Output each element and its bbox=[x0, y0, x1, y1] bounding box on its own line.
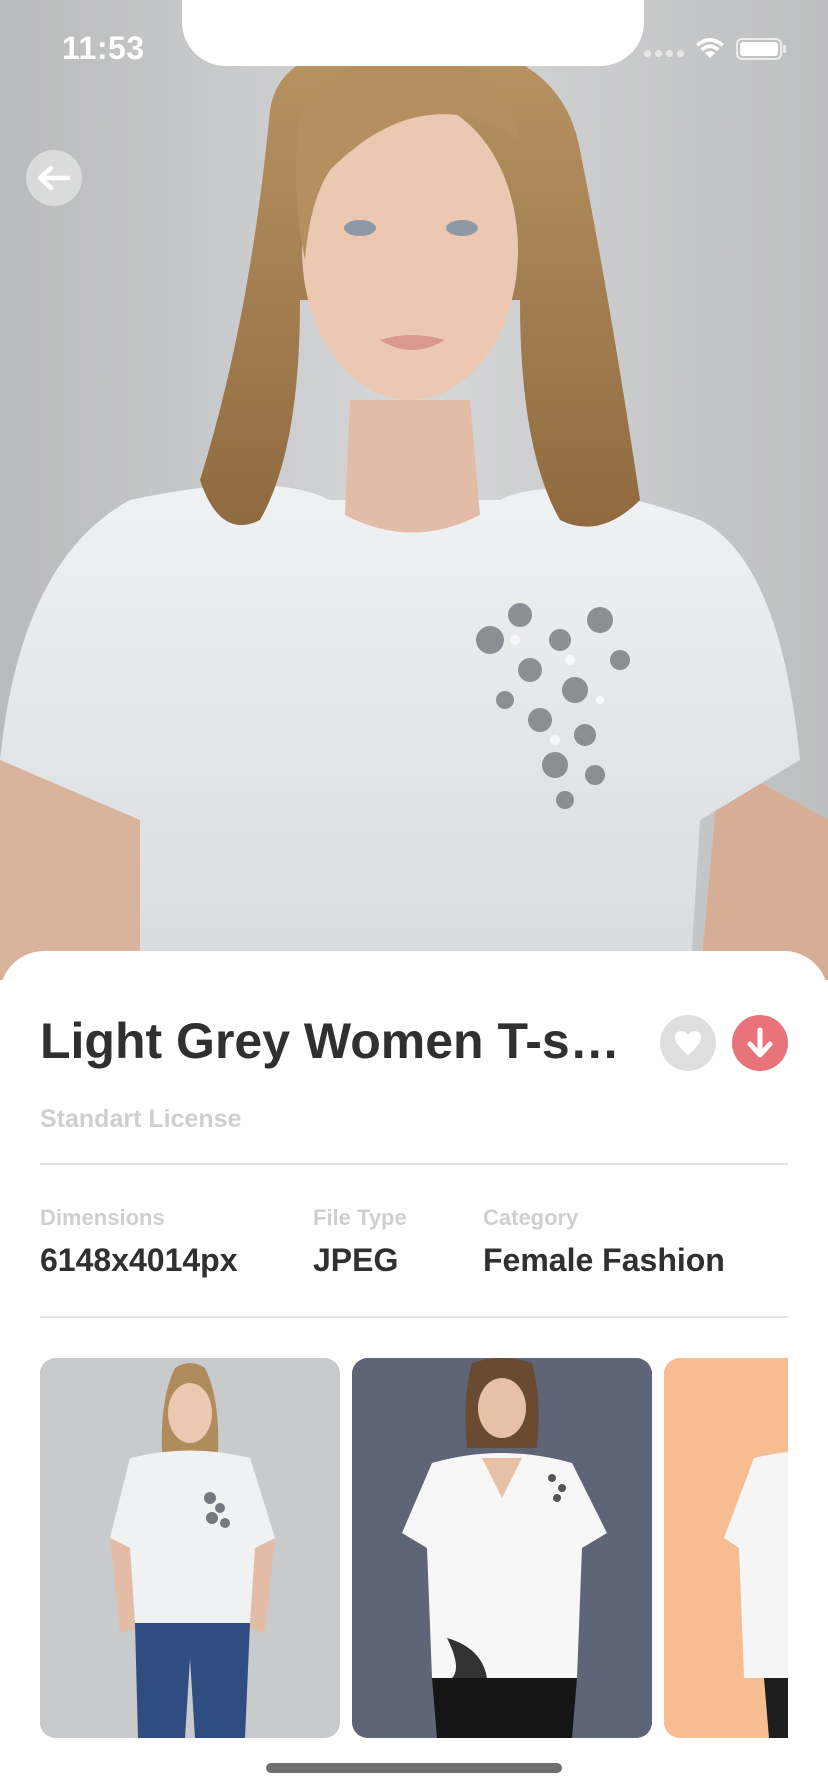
signal-icon bbox=[644, 50, 684, 57]
download-button[interactable] bbox=[732, 1015, 788, 1071]
thumbnail-image bbox=[664, 1358, 788, 1738]
arrow-left-icon bbox=[37, 166, 71, 190]
file-type-value: JPEG bbox=[313, 1242, 399, 1278]
hero-product-image bbox=[0, 0, 828, 980]
divider bbox=[40, 1163, 788, 1165]
product-title: Light Grey Women T-shirt bbox=[40, 1013, 630, 1069]
file-type-label: File Type bbox=[313, 1205, 407, 1230]
arrow-down-icon bbox=[747, 1027, 773, 1058]
thumbnail-image bbox=[352, 1358, 652, 1738]
license-label: Standart License bbox=[40, 1105, 242, 1133]
battery-icon bbox=[736, 38, 786, 60]
related-thumbnail[interactable] bbox=[40, 1358, 340, 1738]
hero-illustration bbox=[0, 0, 828, 980]
product-detail-screen: 11:53 Light Grey Women T-shirt Standart … bbox=[0, 0, 828, 1792]
category-label: Category bbox=[483, 1205, 579, 1230]
notch bbox=[182, 0, 644, 66]
related-images-strip[interactable] bbox=[40, 1358, 788, 1738]
heart-icon bbox=[675, 1031, 701, 1055]
thumbnail-image bbox=[40, 1358, 340, 1738]
wifi-icon bbox=[696, 38, 724, 58]
divider bbox=[40, 1316, 788, 1318]
status-icons bbox=[644, 36, 794, 62]
home-indicator[interactable] bbox=[266, 1763, 562, 1773]
dimensions-value: 6148x4014px bbox=[40, 1242, 238, 1278]
favorite-button[interactable] bbox=[660, 1015, 716, 1071]
related-thumbnail[interactable] bbox=[352, 1358, 652, 1738]
dimensions-label: Dimensions bbox=[40, 1205, 165, 1230]
category-value: Female Fashion bbox=[483, 1242, 725, 1278]
back-button[interactable] bbox=[26, 150, 82, 206]
status-bar: 11:53 bbox=[0, 0, 828, 100]
status-time: 11:53 bbox=[62, 30, 145, 66]
related-thumbnail[interactable] bbox=[664, 1358, 788, 1738]
